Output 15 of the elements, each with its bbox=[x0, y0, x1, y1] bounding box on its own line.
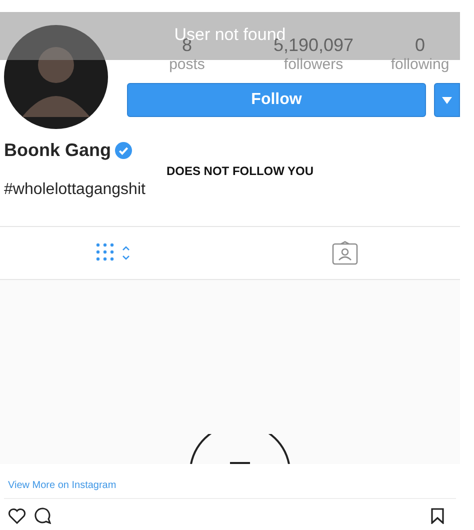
caret-icon bbox=[442, 96, 452, 104]
comment-icon[interactable] bbox=[34, 507, 51, 524]
stat-label: followers bbox=[284, 55, 344, 75]
bookmark-icon[interactable] bbox=[431, 508, 444, 524]
avatar-icon bbox=[4, 25, 108, 129]
heart-icon[interactable] bbox=[8, 508, 26, 524]
instagram-link[interactable]: View More on Instagram bbox=[8, 480, 116, 491]
stat-label: following bbox=[390, 55, 450, 75]
dropdown-button[interactable] bbox=[434, 83, 460, 117]
profile-bio: #wholelottagangshit bbox=[3, 180, 146, 200]
stat-label: posts bbox=[169, 55, 205, 75]
follow-button[interactable]: Follow bbox=[127, 83, 426, 117]
profile-name: Boonk Gang bbox=[4, 139, 111, 162]
stat-count: 0 bbox=[414, 35, 425, 55]
follow-status: DOES NOT FOLLOW YOU bbox=[165, 164, 315, 178]
